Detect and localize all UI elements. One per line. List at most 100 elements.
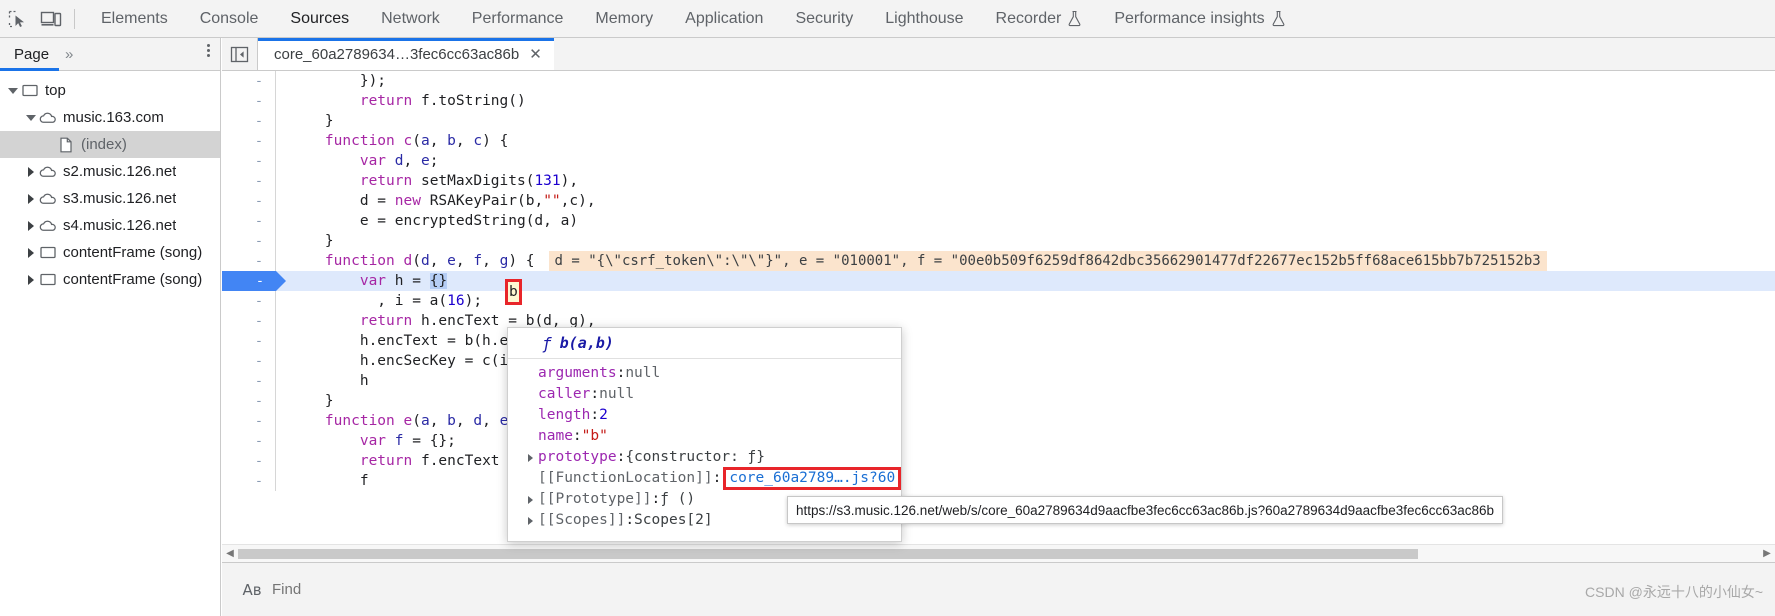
code-line-gutter[interactable]: - [222, 391, 276, 411]
code-line[interactable]: - h.encText = b(h.encText, i) [222, 331, 1775, 351]
code-line-gutter[interactable]: - [222, 191, 276, 211]
chevron-right-icon[interactable] [24, 274, 38, 285]
code-line-gutter[interactable]: - [222, 291, 276, 311]
code-horizontal-scrollbar[interactable]: ◀ ▶ [222, 544, 1775, 562]
code-line-gutter[interactable]: - [222, 471, 276, 491]
tab-sources[interactable]: Sources [274, 0, 365, 38]
chevron-right-icon[interactable] [522, 453, 538, 462]
tree-item-s2music126net[interactable]: s2.music.126.net [0, 158, 220, 185]
code-line[interactable]: - h [222, 371, 1775, 391]
code-line-gutter[interactable]: - [222, 451, 276, 471]
scroll-right-arrow-icon[interactable]: ▶ [1759, 548, 1775, 559]
code-line-gutter[interactable]: - [222, 131, 276, 151]
code-line-gutter[interactable]: - [222, 71, 276, 91]
chevron-right-icon[interactable] [24, 193, 38, 204]
scroll-left-arrow-icon[interactable]: ◀ [222, 548, 238, 559]
code-line[interactable]: - var d, e; [222, 151, 1775, 171]
tree-item-contentframe-song-1[interactable]: contentFrame (song) [0, 239, 220, 266]
code-line[interactable]: - return h.encText = b(d, g), [222, 311, 1775, 331]
popover-property-row[interactable]: [[FunctionLocation]]: core_60a2789….js?6… [508, 467, 901, 490]
code-line[interactable]: - var f = {}; [222, 431, 1775, 451]
tab-application[interactable]: Application [669, 0, 779, 38]
tab-lighthouse[interactable]: Lighthouse [869, 0, 979, 38]
code-line-gutter[interactable]: - [222, 351, 276, 371]
chevron-down-icon[interactable] [24, 114, 38, 121]
editor-file-tab[interactable]: core_60a2789634…3fec6cc63ac86b ✕ [258, 38, 554, 70]
code-line-gutter[interactable]: - [222, 431, 276, 451]
tree-item-index[interactable]: (index) [0, 131, 220, 158]
code-line[interactable]: - } [222, 231, 1775, 251]
code-line[interactable]: - h.encSecKey = c(i, e, f), [222, 351, 1775, 371]
code-line-gutter[interactable]: - [222, 251, 276, 271]
more-tabs-icon[interactable]: » [59, 46, 78, 63]
code-line[interactable]: - , i = a(16); [222, 291, 1775, 311]
tree-item-top[interactable]: top [0, 77, 220, 104]
tree-item-contentframe-song-2[interactable]: contentFrame (song) [0, 266, 220, 293]
chevron-right-icon[interactable] [522, 516, 538, 525]
chevron-right-icon[interactable] [24, 247, 38, 258]
scrollbar-track[interactable] [238, 545, 1759, 563]
code-token: , [429, 413, 448, 429]
tab-recorder[interactable]: Recorder [980, 0, 1099, 38]
tab-console[interactable]: Console [184, 0, 275, 38]
popover-property-row[interactable]: length: 2 [508, 405, 901, 426]
tab-performance[interactable]: Performance [456, 0, 580, 38]
inspect-element-icon[interactable] [0, 0, 34, 38]
code-line-gutter[interactable]: - [222, 151, 276, 171]
case-sensitive-icon[interactable]: Aʙ [232, 581, 272, 599]
function-location-link[interactable]: core_60a2789….js?60 [723, 467, 901, 490]
navigator-tabbar: Page » [0, 38, 220, 71]
code-line[interactable]: - function e(a, b, d, e) { [222, 411, 1775, 431]
tab-performance-insights[interactable]: Performance insights [1098, 0, 1301, 38]
code-line[interactable]: - function c(a, b, c) { [222, 131, 1775, 151]
tree-item-music163[interactable]: music.163.com [0, 104, 220, 131]
code-line-gutter[interactable]: - [222, 371, 276, 391]
tab-network[interactable]: Network [365, 0, 456, 38]
tab-security[interactable]: Security [779, 0, 869, 38]
navigator-more-options-icon[interactable] [207, 44, 210, 57]
chevron-right-icon[interactable] [522, 495, 538, 504]
close-icon[interactable]: ✕ [529, 47, 542, 62]
scrollbar-thumb[interactable] [238, 548, 1418, 559]
chevron-right-icon[interactable] [24, 220, 38, 231]
code-line[interactable]: - var h = {} [222, 271, 1775, 291]
code-line[interactable]: - e = encryptedString(d, a) [222, 211, 1775, 231]
show-navigator-icon[interactable] [222, 38, 258, 70]
code-line[interactable]: - return f.encText = [222, 451, 1775, 471]
device-toolbar-icon[interactable] [34, 0, 68, 38]
chevron-down-icon[interactable] [6, 87, 20, 94]
code-line[interactable]: - d = new RSAKeyPair(b,"",c), [222, 191, 1775, 211]
chevron-right-icon[interactable] [24, 166, 38, 177]
tab-sources-label: Sources [290, 9, 350, 27]
code-line[interactable]: - function d(d, e, f, g) {d = "{\"csrf_t… [222, 251, 1775, 271]
code-line-gutter[interactable]: - [222, 271, 286, 291]
tree-item-s4music126net[interactable]: s4.music.126.net [0, 212, 220, 239]
popover-property-row[interactable]: name: "b" [508, 426, 901, 447]
highlighted-token-b[interactable]: b [505, 279, 522, 305]
code-line[interactable]: - f [222, 471, 1775, 491]
code-line[interactable]: - } [222, 391, 1775, 411]
popover-property-row[interactable]: prototype: {constructor: ƒ} [508, 447, 901, 468]
code-line[interactable]: - return setMaxDigits(131), [222, 171, 1775, 191]
code-line[interactable]: - } [222, 111, 1775, 131]
tree-item-s3music126net[interactable]: s3.music.126.net [0, 185, 220, 212]
code-line-gutter[interactable]: - [222, 171, 276, 191]
code-line[interactable]: - }); [222, 71, 1775, 91]
code-line-gutter[interactable]: - [222, 91, 276, 111]
code-line-gutter[interactable]: - [222, 111, 276, 131]
navigator-tab-page[interactable]: Page [0, 38, 60, 71]
code-line-gutter[interactable]: - [222, 311, 276, 331]
code-line-gutter[interactable]: - [222, 231, 276, 251]
code-line-text: h.encText = b(h.encText, i) [276, 331, 1775, 351]
code-viewer[interactable]: - }); - return f.toString() - } - function … [222, 71, 1775, 544]
code-line[interactable]: - return f.toString() [222, 91, 1775, 111]
code-line-gutter[interactable]: - [222, 331, 276, 351]
tab-memory[interactable]: Memory [579, 0, 669, 38]
code-line-gutter[interactable]: - [222, 411, 276, 431]
popover-property-row[interactable]: caller: null [508, 384, 901, 405]
code-line-text: } [276, 231, 1775, 251]
tab-elements[interactable]: Elements [85, 0, 184, 38]
code-line-gutter[interactable]: - [222, 211, 276, 231]
find-input[interactable] [272, 575, 602, 604]
popover-property-row[interactable]: arguments: null [508, 363, 901, 384]
